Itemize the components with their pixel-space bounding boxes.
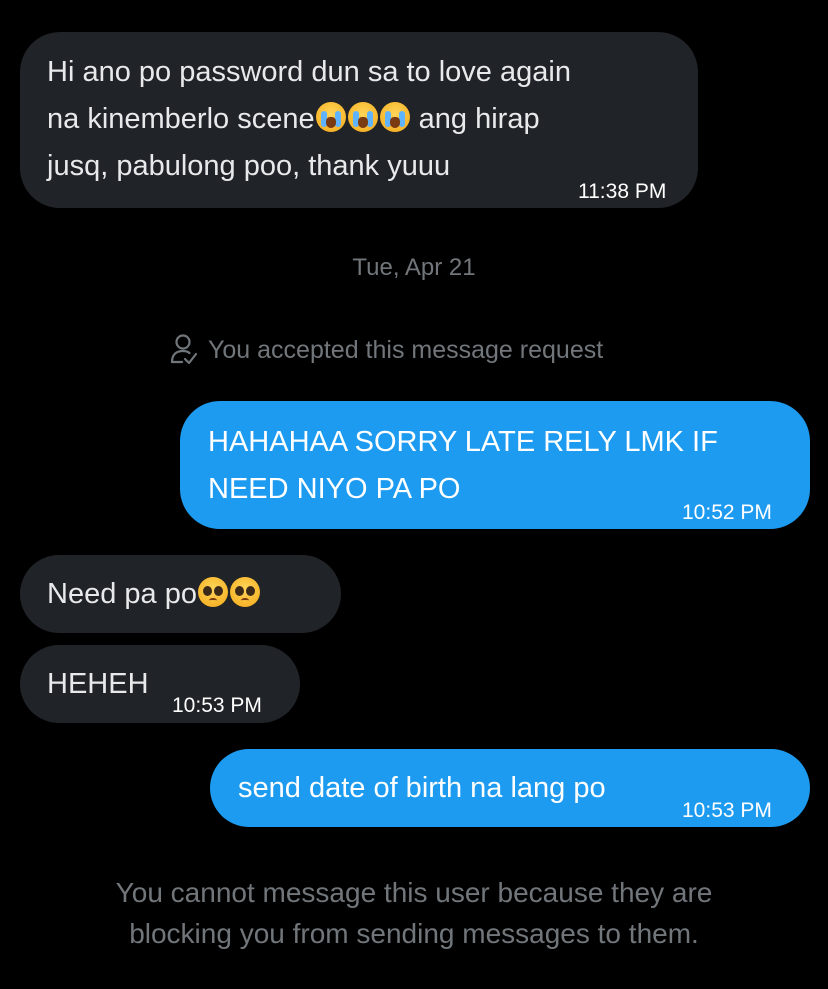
message-bubble-incoming[interactable]: HEHEH 10:53 PM — [20, 645, 300, 723]
blocked-notice: You cannot message this user because the… — [0, 872, 828, 954]
loudly-crying-face-icon — [379, 102, 410, 132]
message-bubble-outgoing[interactable]: HAHAHAA SORRY LATE RELY LMK IF NEED NIYO… — [180, 401, 810, 529]
message-text: Hi ano po password dun sa to love again — [47, 56, 571, 88]
message-timestamp: 10:53 PM — [172, 694, 262, 717]
date-separator: Tue, Apr 21 — [352, 254, 476, 281]
message-text: NEED NIYO PA PO — [208, 473, 461, 505]
dm-conversation: Hi ano po password dun sa to love again … — [0, 0, 828, 989]
message-timestamp: 10:53 PM — [682, 799, 772, 822]
blocked-notice-line: You cannot message this user because the… — [115, 877, 713, 908]
message-text: Need pa po — [47, 578, 197, 610]
loudly-crying-face-icon — [315, 102, 346, 132]
message-bubble-incoming[interactable]: Hi ano po password dun sa to love again … — [20, 32, 698, 208]
loudly-crying-face-icon — [347, 102, 378, 132]
message-bubble-outgoing[interactable]: send date of birth na lang po 10:53 PM — [210, 749, 810, 827]
message-text: na kinemberlo scene — [47, 103, 315, 135]
message-timestamp: 11:38 PM — [578, 180, 667, 203]
message-text: jusq, pabulong poo, thank yuuu — [47, 150, 451, 182]
pleading-face-icon — [197, 577, 228, 607]
message-text: ang hirap — [410, 103, 540, 135]
message-timestamp: 10:52 PM — [682, 501, 772, 524]
pleading-face-icon — [229, 577, 260, 607]
request-note-text: You accepted this message request — [208, 336, 604, 364]
message-text: HAHAHAA SORRY LATE RELY LMK IF — [208, 426, 718, 458]
message-text: HEHEH — [47, 668, 149, 700]
message-text: send date of birth na lang po — [238, 772, 606, 804]
message-text-line: na kinemberlo scene ang hirap — [47, 96, 540, 143]
message-request-note: You accepted this message request — [170, 333, 603, 365]
person-check-icon — [170, 333, 198, 365]
message-text-line: Need pa po — [47, 571, 261, 618]
blocked-notice-line: blocking you from sending messages to th… — [129, 918, 699, 949]
message-bubble-incoming[interactable]: Need pa po — [20, 555, 341, 633]
